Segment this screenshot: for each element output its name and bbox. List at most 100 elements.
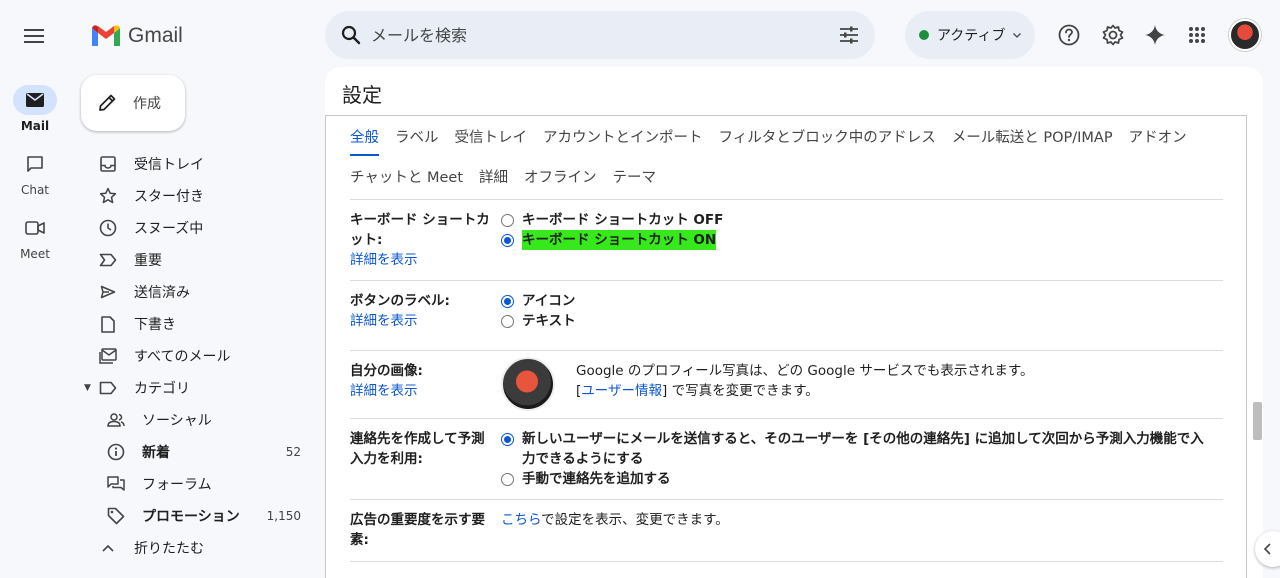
setting-label: 広告の重要度を示す要素:: [350, 512, 485, 548]
setting-my-picture: 自分の画像: 詳細を表示 Google のプロフィール写真は、どの Google…: [350, 350, 1223, 418]
clock-icon: [99, 219, 117, 237]
unread-count: 1,150: [266, 509, 301, 523]
tab-themes[interactable]: テーマ: [613, 156, 657, 196]
radio-shortcuts-on[interactable]: キーボード ショートカット ON: [501, 230, 723, 250]
setting-keyboard-shortcuts: キーボード ショートカット: 詳細を表示 キーボード ショートカット OFF キ…: [350, 199, 1223, 280]
nav-label: ソーシャル: [142, 413, 212, 429]
radio-contacts-manual[interactable]: 手動で連絡先を追加する: [501, 469, 1216, 489]
search-options-icon[interactable]: [839, 26, 859, 44]
search-icon[interactable]: [341, 25, 361, 45]
learn-more-link[interactable]: 詳細を表示: [350, 381, 496, 401]
meet-icon: [25, 221, 45, 235]
info-icon: [107, 443, 125, 461]
setting-label: 連絡先を作成して予測入力を利用:: [350, 431, 485, 467]
radio-labels-icons[interactable]: アイコン: [501, 291, 576, 311]
help-button[interactable]: [1056, 22, 1082, 48]
setting-ad-personalization: 広告の重要度を示す要素: こちらで設定を表示、変更できます。: [350, 499, 1223, 561]
nav-item-inbox[interactable]: 受信トレイ: [68, 148, 318, 180]
main-menu-button[interactable]: [20, 22, 48, 50]
radio-button[interactable]: [501, 234, 514, 247]
rail-item-meet[interactable]: Meet: [1, 213, 69, 261]
rail-item-chat[interactable]: Chat: [1, 149, 69, 197]
inbox-icon: [100, 156, 116, 172]
nav-item-important[interactable]: 重要: [68, 244, 318, 276]
search-bar[interactable]: [325, 11, 875, 59]
compose-button[interactable]: 作成: [81, 75, 185, 131]
tab-general[interactable]: 全般: [350, 116, 379, 156]
nav-item-sent[interactable]: 送信済み: [68, 276, 318, 308]
tab-advanced[interactable]: 詳細: [479, 156, 508, 196]
about-me-link[interactable]: ユーザー情報: [581, 383, 662, 399]
mail-icon: [26, 93, 44, 107]
radio-contacts-auto[interactable]: 新しいユーザーにメールを送信すると、そのユーザーを [その他の連絡先] に追加し…: [501, 429, 1216, 469]
caret-down-icon[interactable]: ▼: [84, 383, 91, 393]
learn-more-link[interactable]: 詳細を表示: [350, 311, 496, 331]
setting-button-labels: ボタンのラベル: 詳細を表示 アイコン テキスト: [350, 280, 1223, 350]
tab-inbox[interactable]: 受信トレイ: [455, 116, 528, 156]
ads-settings-link[interactable]: こちら: [501, 512, 541, 528]
tab-filters[interactable]: フィルタとブロック中のアドレス: [719, 116, 936, 156]
nav-item-categories[interactable]: ▼ カテゴリ: [68, 372, 318, 404]
nav-item-updates[interactable]: 新着 52: [68, 436, 318, 468]
folder-list: 受信トレイ スター付き スヌーズ中 重要 送信済み 下書き すべてのメール ▼ …: [68, 148, 318, 564]
forum-icon: [107, 476, 125, 491]
tab-accounts[interactable]: アカウントとインポート: [543, 116, 703, 156]
gmail-m-icon: [92, 25, 120, 46]
nav-label: 送信済み: [134, 285, 190, 301]
status-label: アクティブ: [937, 28, 1006, 44]
nav-item-drafts[interactable]: 下書き: [68, 308, 318, 340]
send-icon: [100, 285, 116, 299]
nav-item-forums[interactable]: フォーラム: [68, 468, 318, 500]
tab-offline[interactable]: オフライン: [524, 156, 597, 196]
gemini-button[interactable]: [1142, 22, 1168, 48]
rail-meet-label: Meet: [20, 247, 50, 261]
account-avatar[interactable]: [1229, 19, 1261, 51]
apps-button[interactable]: [1184, 22, 1210, 48]
learn-more-link[interactable]: 詳細を表示: [350, 250, 496, 270]
radio-button[interactable]: [501, 473, 514, 486]
tab-forwarding[interactable]: メール転送と POP/IMAP: [952, 116, 1113, 156]
page-title: 設定: [342, 83, 382, 107]
tab-addons[interactable]: アドオン: [1129, 116, 1187, 156]
tab-chat-meet[interactable]: チャットと Meet: [350, 156, 463, 196]
nav-label: すべてのメール: [134, 349, 231, 365]
nav-item-social[interactable]: ソーシャル: [68, 404, 318, 436]
menu-icon: [24, 29, 44, 43]
nav-label: 重要: [134, 253, 162, 269]
radio-shortcuts-off[interactable]: キーボード ショートカット OFF: [501, 210, 723, 230]
nav-label: スヌーズ中: [134, 221, 204, 237]
radio-button[interactable]: [501, 214, 514, 227]
radio-button[interactable]: [501, 315, 514, 328]
radio-labels-text[interactable]: テキスト: [501, 311, 576, 331]
nav-label: 受信トレイ: [134, 157, 204, 173]
nav-item-promotions[interactable]: プロモーション 1,150: [68, 500, 318, 532]
pencil-icon: [99, 94, 116, 111]
rail-item-mail[interactable]: Mail: [1, 85, 69, 133]
radio-button[interactable]: [501, 295, 514, 308]
radio-button[interactable]: [501, 433, 514, 446]
label-icon: [99, 381, 117, 395]
setting-label: 自分の画像:: [350, 363, 423, 379]
status-dropdown[interactable]: アクティブ: [905, 11, 1035, 59]
search-input[interactable]: [371, 25, 839, 45]
compose-label: 作成: [133, 96, 161, 112]
nav-label: 下書き: [134, 317, 176, 333]
nav-label: 折りたたむ: [134, 541, 204, 557]
scrollbar-thumb[interactable]: [1253, 402, 1262, 440]
nav-item-starred[interactable]: スター付き: [68, 180, 318, 212]
help-icon: [1058, 24, 1080, 46]
chat-icon: [27, 155, 43, 172]
tab-labels[interactable]: ラベル: [395, 116, 439, 156]
setting-label: ボタンのラベル:: [350, 293, 450, 309]
settings-button[interactable]: [1100, 22, 1126, 48]
profile-picture: [501, 357, 555, 411]
apps-grid-icon: [1189, 27, 1205, 43]
sparkle-icon: [1145, 25, 1165, 45]
profile-picture-note: Google のプロフィール写真は、どの Google サービスでも表示されます…: [576, 363, 1034, 379]
nav-item-collapse[interactable]: 折りたたむ: [68, 532, 318, 564]
nav-item-all-mail[interactable]: すべてのメール: [68, 340, 318, 372]
gmail-logo[interactable]: Gmail: [90, 20, 183, 52]
tag-icon: [107, 507, 125, 525]
nav-item-snoozed[interactable]: スヌーズ中: [68, 212, 318, 244]
rail-mail-label: Mail: [20, 119, 50, 133]
